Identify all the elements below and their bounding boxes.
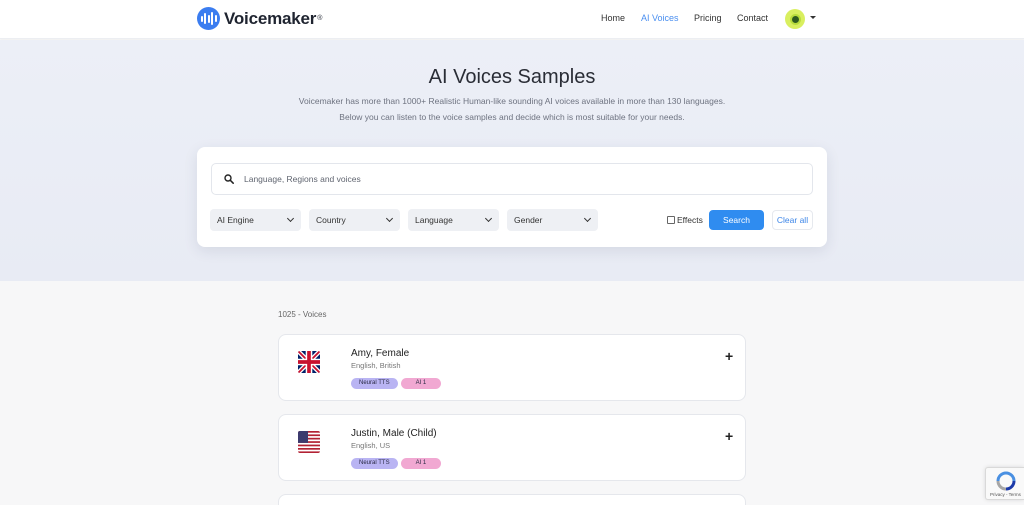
brand-logo[interactable]: Voicemaker ®	[197, 7, 322, 30]
hero-subtitle-line1: Voicemaker has more than 1000+ Realistic…	[298, 96, 726, 106]
recaptcha-badge[interactable]: Privacy - Terms	[985, 467, 1024, 500]
brand-name: Voicemaker	[224, 8, 317, 28]
expand-plus-icon[interactable]: +	[725, 348, 733, 364]
voice-name: Justin, Male (Child)	[351, 428, 437, 439]
nav-ai-voices[interactable]: AI Voices	[641, 13, 679, 23]
recaptcha-links[interactable]: Privacy - Terms	[990, 492, 1021, 497]
clear-all-button[interactable]: Clear all	[772, 210, 813, 230]
neural-tts-badge: Neural TTS	[351, 458, 398, 469]
recaptcha-icon	[996, 471, 1016, 491]
chevron-down-icon	[583, 214, 592, 223]
account-caret-icon[interactable]	[810, 16, 816, 19]
nav-contact[interactable]: Contact	[737, 13, 768, 23]
gender-select[interactable]: Gender	[507, 209, 598, 231]
effects-toggle[interactable]: Effects	[667, 215, 703, 225]
voice-count: 1025 - Voices	[278, 310, 327, 319]
search-icon	[224, 174, 234, 184]
ai-engine-badge: AI 1	[400, 378, 442, 389]
chevron-down-icon	[286, 214, 295, 223]
effects-checkbox[interactable]	[667, 216, 675, 224]
voice-language: English, British	[351, 361, 401, 370]
gender-select-label: Gender	[514, 215, 543, 225]
page-title: AI Voices Samples	[428, 66, 596, 88]
hero-subtitle-line2: Below you can listen to the voice sample…	[339, 112, 685, 122]
voice-card[interactable]: Amy, Female English, British Neural TTS …	[278, 334, 746, 401]
site-header: Voicemaker ® Home AI Voices Pricing Conta…	[0, 0, 1024, 39]
brand-registered-mark: ®	[317, 15, 323, 22]
voice-tags: Neural TTS AI 1	[351, 458, 442, 469]
voice-language: English, US	[351, 441, 391, 450]
nav-pricing[interactable]: Pricing	[694, 13, 722, 23]
search-button[interactable]: Search	[709, 210, 764, 230]
search-panel: AI Engine Country Language Gender Effect…	[197, 147, 827, 247]
search-input[interactable]	[244, 164, 784, 194]
effects-label: Effects	[677, 215, 703, 225]
chevron-down-icon	[385, 214, 394, 223]
ai-engine-select[interactable]: AI Engine	[210, 209, 301, 231]
neural-tts-badge: Neural TTS	[351, 378, 398, 389]
voice-name: Amy, Female	[351, 348, 410, 359]
voice-card[interactable]: Justin, Male (Child) English, US Neural …	[278, 414, 746, 481]
search-field[interactable]	[211, 163, 813, 195]
country-select-label: Country	[316, 215, 346, 225]
voice-card[interactable]	[278, 494, 746, 505]
voice-tags: Neural TTS AI 1	[351, 378, 442, 389]
language-select-label: Language	[415, 215, 453, 225]
ai-engine-badge: AI 1	[400, 458, 442, 469]
chevron-down-icon	[484, 214, 493, 223]
ai-engine-select-label: AI Engine	[217, 215, 254, 225]
user-avatar[interactable]	[785, 9, 805, 29]
voicemaker-logo-icon	[197, 7, 220, 30]
nav-home[interactable]: Home	[601, 13, 625, 23]
language-select[interactable]: Language	[408, 209, 499, 231]
us-flag-icon	[298, 431, 320, 453]
uk-flag-icon	[298, 351, 320, 373]
expand-plus-icon[interactable]: +	[725, 428, 733, 444]
country-select[interactable]: Country	[309, 209, 400, 231]
